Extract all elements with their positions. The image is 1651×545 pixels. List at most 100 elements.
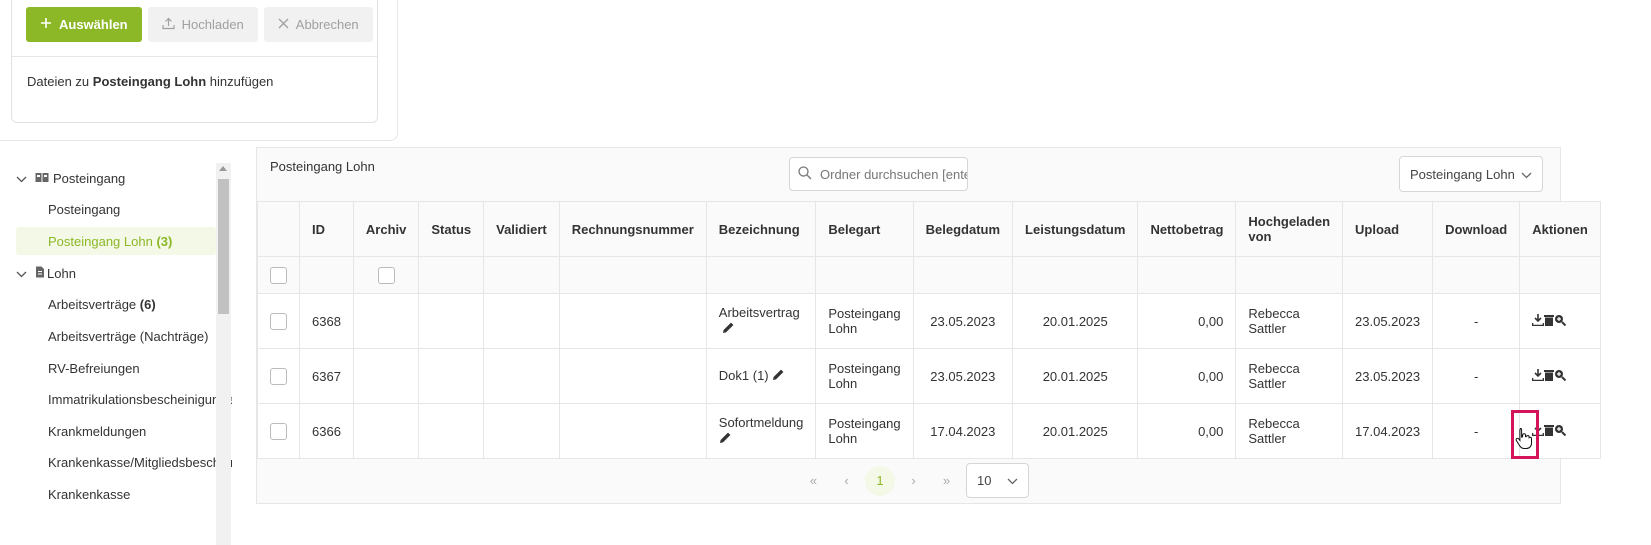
column-header-validiert[interactable]: Validiert: [483, 201, 560, 257]
column-header-leistungsdatum[interactable]: Leistungsdatum: [1012, 201, 1139, 257]
tree-item-label: Immatrikulationsbescheinigungen: [48, 391, 232, 407]
cell-leistungsdatum: 20.01.2025: [1012, 348, 1139, 404]
cell-id: 6366: [299, 403, 354, 459]
next-page-button[interactable]: ›: [897, 466, 930, 496]
trash-icon[interactable]: [1544, 424, 1555, 439]
chevron-down-icon[interactable]: [16, 171, 30, 186]
scroll-up-icon[interactable]: [219, 166, 227, 171]
upload-button[interactable]: Hochladen: [147, 7, 258, 42]
folder-select[interactable]: Posteingang Lohn: [1399, 156, 1543, 192]
cancel-button[interactable]: Abbrechen: [263, 7, 373, 42]
table-row[interactable]: 6367 Dok1 (1) Posteingang Lohn 23.05.202…: [257, 348, 1601, 404]
column-header-download[interactable]: Download: [1432, 201, 1521, 257]
column-header-upload[interactable]: Upload: [1342, 201, 1434, 257]
tree-item-label: Arbeitsverträge: [48, 296, 137, 312]
chevron-down-icon[interactable]: [16, 266, 30, 281]
cell-leistungsdatum: 20.01.2025: [1012, 403, 1139, 459]
last-page-button[interactable]: »: [930, 466, 963, 496]
trash-icon[interactable]: [1544, 314, 1555, 329]
tree-item-krankmeldungen[interactable]: Krankmeldungen: [48, 417, 146, 445]
panel-title: Posteingang Lohn: [270, 159, 375, 174]
row-checkbox[interactable]: [270, 312, 287, 330]
plus-icon: [40, 17, 52, 32]
zoom-in-icon[interactable]: [1554, 369, 1567, 384]
pencil-icon[interactable]: [772, 368, 785, 384]
tree-item-label: Posteingang Lohn: [48, 233, 153, 249]
tree-item-krankenkasse[interactable]: Krankenkasse: [48, 480, 130, 508]
tree-item-label: Arbeitsverträge (Nachträge): [48, 328, 209, 344]
filter-cell: [299, 256, 354, 294]
row-checkbox[interactable]: [270, 367, 287, 385]
column-header-nettobetrag[interactable]: Nettobetrag: [1137, 201, 1237, 257]
cell-nettobetrag: 0,00: [1137, 348, 1237, 404]
cancel-label: Abbrechen: [295, 17, 359, 32]
pencil-icon[interactable]: [722, 321, 735, 337]
tree-group-lohn[interactable]: Lohn: [0, 259, 76, 287]
upload-info-prefix: Dateien zu: [27, 74, 90, 89]
table-row[interactable]: 6368 Arbeitsvertrag Posteingang Lohn 23.…: [257, 293, 1601, 349]
bezeichnung-text: Arbeitsvertrag: [718, 305, 800, 321]
tree-group-label: Lohn: [47, 265, 76, 281]
tree-item-count: (6): [139, 296, 156, 312]
trash-icon[interactable]: [1544, 369, 1555, 384]
tree-item-label: Posteingang: [48, 201, 121, 217]
bezeichnung-text: Dok1 (1): [718, 367, 769, 383]
upload-label: Hochladen: [181, 17, 244, 32]
cell-download: -: [1432, 293, 1521, 349]
current-page-button[interactable]: 1: [865, 465, 895, 496]
tree-scrollbar[interactable]: [216, 163, 231, 545]
upload-toolbar: Auswählen Hochladen Abbrechen: [26, 7, 373, 42]
tree-group-posteingang[interactable]: Posteingang: [0, 170, 125, 192]
cell-status: [418, 293, 485, 349]
column-header-belegdatum[interactable]: Belegdatum: [912, 201, 1014, 257]
column-header-bezeichnung[interactable]: Bezeichnung: [705, 201, 817, 257]
tree-item-label: Krankmeldungen: [48, 423, 147, 439]
download-icon[interactable]: [1531, 369, 1545, 384]
tree-item-arbeitsvertraege[interactable]: Arbeitsverträge (6): [48, 290, 156, 318]
filter-cell: [1137, 256, 1237, 294]
search-input[interactable]: Ordner durchsuchen [enter]: [789, 157, 968, 191]
filter-cell: [815, 256, 914, 294]
column-header-rechnungsnummer[interactable]: Rechnungsnummer: [558, 201, 707, 257]
zoom-in-icon[interactable]: [1554, 424, 1567, 439]
cell-nettobetrag: 0,00: [1137, 293, 1237, 349]
cell-upload: 23.05.2023: [1342, 348, 1434, 404]
page-size-value: 10: [977, 473, 992, 488]
row-checkbox[interactable]: [270, 422, 287, 440]
select-files-button[interactable]: Auswählen: [26, 7, 142, 42]
filter-cell: [1432, 256, 1521, 294]
filter-cell: [418, 256, 485, 294]
column-header-status[interactable]: Status: [418, 201, 485, 257]
first-page-button[interactable]: «: [797, 466, 830, 496]
tree-item-arbeitsvertraege-nachtraege[interactable]: Arbeitsverträge (Nachträge): [48, 322, 208, 350]
cell-rechnungsnummer: [558, 293, 707, 349]
tree-item-rv-befreiungen[interactable]: RV-Befreiungen: [48, 354, 140, 382]
table-row[interactable]: 6366 Sofortmeldung Posteingang Lohn 17.0…: [257, 403, 1601, 459]
pencil-icon[interactable]: [719, 431, 732, 447]
row-select-cell: [257, 348, 300, 404]
filter-cell: [1235, 256, 1344, 294]
tree-item-posteingang[interactable]: Posteingang: [48, 195, 120, 223]
cell-validiert: [483, 293, 560, 349]
select-column-header: [257, 201, 300, 257]
select-all-checkbox[interactable]: [270, 266, 287, 284]
prev-page-button[interactable]: ‹: [830, 466, 863, 496]
column-header-aktionen: Aktionen: [1519, 201, 1601, 257]
tree-item-posteingang-lohn[interactable]: Posteingang Lohn (3): [16, 227, 216, 255]
page-size-select[interactable]: 10: [966, 463, 1029, 498]
column-header-hochgeladen-von[interactable]: Hochgeladen von: [1235, 201, 1344, 257]
scrollbar-thumb[interactable]: [218, 179, 229, 314]
document-icon: [35, 266, 45, 281]
table-filter-row: [257, 256, 1601, 294]
tree-item-krankenkasse-mitglied[interactable]: Krankenkasse/Mitgliedsbescheinigungen: [48, 448, 232, 476]
column-header-id[interactable]: ID: [299, 201, 354, 257]
archiv-filter-checkbox[interactable]: [377, 266, 395, 284]
tree-item-immatrikulation[interactable]: Immatrikulationsbescheinigungen: [48, 385, 232, 413]
zoom-in-icon[interactable]: [1554, 314, 1567, 329]
document-table-panel: Posteingang Lohn Ordner durchsuchen [ent…: [256, 147, 1601, 504]
download-icon[interactable]: [1531, 314, 1545, 329]
column-header-archiv[interactable]: Archiv: [352, 201, 420, 257]
search-icon: [798, 165, 812, 183]
column-header-belegart[interactable]: Belegart: [815, 201, 914, 257]
cell-upload: 17.04.2023: [1342, 403, 1434, 459]
